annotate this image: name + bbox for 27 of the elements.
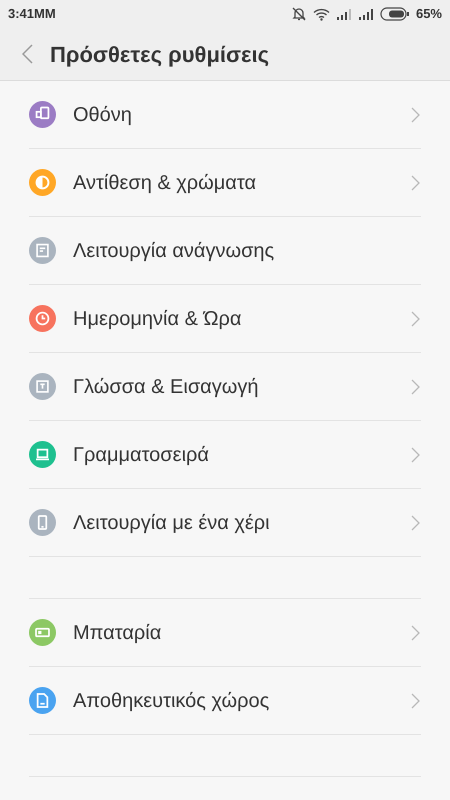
- settings-item[interactable]: Αποθηκευτικός χώρος: [29, 667, 421, 735]
- settings-item[interactable]: Λειτουργία με ένα χέρι: [29, 489, 421, 557]
- back-icon[interactable]: [22, 44, 33, 64]
- item-label: Αντίθεση & χρώματα: [73, 170, 258, 196]
- settings-item[interactable]: Λειτουργία ανάγνωσης: [29, 217, 421, 285]
- item-label: Γλώσσα & Εισαγωγή: [73, 374, 260, 400]
- item-label: Γραμματοσειρά: [73, 442, 210, 468]
- settings-item[interactable]: Ημερομηνία & Ώρα: [29, 285, 421, 353]
- item-label: Μπαταρία: [73, 620, 162, 646]
- mute-bell-icon: [290, 6, 307, 22]
- settings-item[interactable]: Γλώσσα & Εισαγωγή: [29, 353, 421, 421]
- battery-status-icon: [380, 7, 410, 21]
- signal-icon: [336, 8, 352, 20]
- item-label: Λειτουργία με ένα χέρι: [73, 510, 271, 536]
- settings-item[interactable]: Αντίθεση & χρώματα: [29, 149, 421, 217]
- battery-percent: 65%: [416, 5, 442, 24]
- settings-item[interactable]: Μπαταρία: [29, 599, 421, 667]
- settings-item[interactable]: Οθόνη: [29, 81, 421, 149]
- status-time: 3:41MM: [8, 5, 57, 24]
- item-label: Αποθηκευτικός χώρος: [73, 688, 270, 714]
- item-label: Οθόνη: [73, 102, 133, 128]
- wifi-icon: [312, 8, 330, 20]
- item-label: Ημερομηνία & Ώρα: [73, 306, 242, 332]
- item-label: Λειτουργία ανάγνωσης: [73, 238, 276, 264]
- page-title: Πρόσθετες ρυθμίσεις: [50, 40, 270, 69]
- signal-icon: [358, 8, 374, 20]
- settings-item[interactable]: Γραμματοσειρά: [29, 421, 421, 489]
